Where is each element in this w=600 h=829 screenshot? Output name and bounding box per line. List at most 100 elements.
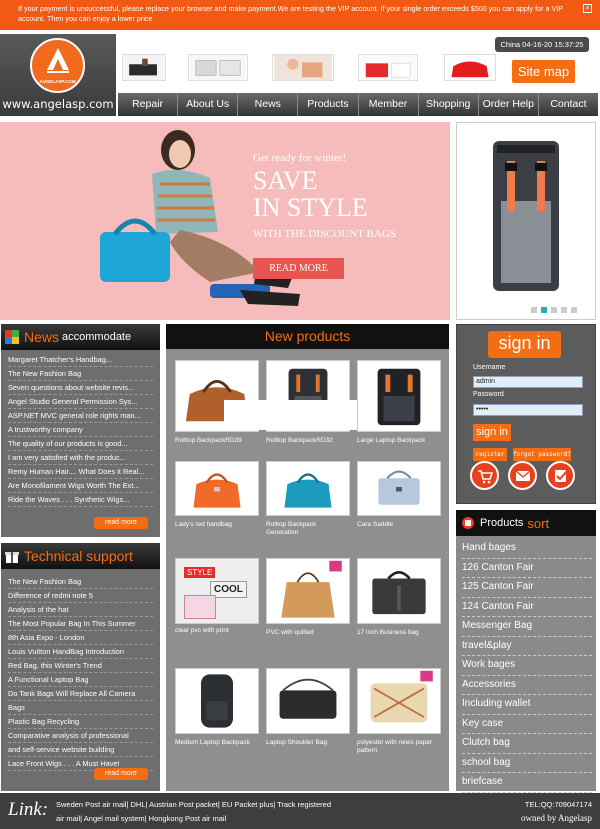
mail-icon[interactable] xyxy=(508,461,537,490)
header-thumb-1[interactable] xyxy=(122,54,166,81)
product-card[interactable]: Large Laptop Backpack xyxy=(357,360,441,445)
hero-banner[interactable]: Get ready for winter! SAVE IN STYLE WITH… xyxy=(0,122,450,320)
support-item[interactable]: Analysis of the hat xyxy=(8,603,153,617)
product-name: Laptop Shoulder Bag xyxy=(266,739,328,746)
nav-contact[interactable]: Contact xyxy=(539,93,598,116)
news-item[interactable]: Seven questions about website revis... xyxy=(8,381,153,395)
news-item[interactable]: The quality of our products is good... xyxy=(8,437,153,451)
header-thumb-5[interactable] xyxy=(444,54,496,81)
support-item[interactable]: The Most Popular Bag In This Summer xyxy=(8,617,153,631)
support-item[interactable]: Difference of redmi note 5 xyxy=(8,589,153,603)
product-name: Lady's red handbag xyxy=(175,521,232,528)
products-sort-subtitle: sort xyxy=(527,515,550,531)
sort-item[interactable]: 125 Canton Fair xyxy=(462,578,592,598)
checklist-icon[interactable] xyxy=(546,461,575,490)
nav-products[interactable]: Products xyxy=(298,93,359,116)
sort-item[interactable]: Clutch bag xyxy=(462,734,592,754)
news-subtitle: accommodate xyxy=(62,331,132,343)
logo[interactable]: ANGELASP.COM www.angelasp.com xyxy=(0,34,116,116)
product-card[interactable]: polyester with news paper pattern xyxy=(357,668,441,755)
product-name: Large Laptop Backpack xyxy=(357,437,426,444)
support-item[interactable]: Comparative analysis of professional xyxy=(8,729,153,743)
support-item[interactable]: Red Bag, this Winter's Trend xyxy=(8,659,153,673)
header-thumb-4[interactable] xyxy=(358,54,418,81)
nav-repair[interactable]: Repair xyxy=(118,93,179,116)
sort-icon xyxy=(462,517,474,529)
register-button[interactable]: register xyxy=(473,448,507,461)
support-item[interactable]: The New Fashion Bag xyxy=(8,575,153,589)
password-field[interactable]: ••••• xyxy=(473,404,583,416)
hero-read-more-button[interactable]: READ MORE xyxy=(253,258,344,279)
news-item[interactable]: Remy Human Hair.... What Does it Real... xyxy=(8,465,153,479)
signin-panel: sign in Username admin Password ••••• si… xyxy=(456,324,596,504)
sort-item[interactable]: Key case xyxy=(462,715,592,734)
sort-item[interactable]: Work bages xyxy=(462,656,592,676)
product-card[interactable]: Medium Laptop Backpack xyxy=(175,668,259,747)
sitemap-button[interactable]: Site map xyxy=(512,60,575,83)
support-item[interactable]: Louis Vuitton HandBag Introduction xyxy=(8,645,153,659)
product-name: clear pvc with print xyxy=(175,627,229,634)
product-name: Rolltop BackpackRD39 xyxy=(175,437,242,444)
carousel-dot-active[interactable] xyxy=(541,307,547,313)
forgot-password-button[interactable]: forgot password? xyxy=(513,448,571,461)
sort-item[interactable]: briefcase xyxy=(462,773,592,793)
sort-item[interactable]: 124 Canton Fair xyxy=(462,598,592,617)
support-item[interactable]: and self-service website building xyxy=(8,743,153,757)
news-item[interactable]: The New Fashion Bag xyxy=(8,367,153,381)
news-item[interactable]: I am very satisfied with the produc... xyxy=(8,451,153,465)
product-card[interactable]: 17 inch Business bag xyxy=(357,558,441,637)
support-item[interactable]: Do Tank Bags Will Replace All Camera xyxy=(8,687,153,701)
nav-news[interactable]: News xyxy=(238,93,299,116)
news-read-more-button[interactable]: read more xyxy=(94,517,148,529)
side-promo-carousel[interactable] xyxy=(456,122,596,320)
sort-item[interactable]: Accessories xyxy=(462,676,592,695)
product-card[interactable]: Laptop Shoulder Bag xyxy=(266,668,350,747)
sort-item[interactable]: school bag xyxy=(462,754,592,773)
support-item[interactable]: A Functional Laptop Bag xyxy=(8,673,153,687)
product-image xyxy=(175,668,259,734)
product-card[interactable]: Lady's red handbag xyxy=(175,461,259,529)
news-item[interactable]: ASP.NET MVC general role rights man... xyxy=(8,409,153,423)
product-card[interactable]: STYLE COOL clear pvc with print xyxy=(175,558,259,635)
news-item[interactable]: Are Monofilament Wigs Worth The Ext... xyxy=(8,479,153,493)
nav-order-help[interactable]: Order Help xyxy=(479,93,539,116)
product-card[interactable]: PVC with quilted xyxy=(266,558,350,637)
news-item[interactable]: Angel Studio General Permission Sys... xyxy=(8,395,153,409)
footer-links-line-1[interactable]: Sweden Post air mail| DHL| Austrian Post… xyxy=(56,800,331,809)
header-thumb-3[interactable] xyxy=(272,54,334,81)
notice-bar: If your payment is unsuccessful, please … xyxy=(0,0,600,30)
product-image xyxy=(357,461,441,516)
footer-links-line-2[interactable]: air mail| Angel mail system| Hongkong Po… xyxy=(56,814,226,823)
support-read-more-button[interactable]: read more xyxy=(94,768,148,780)
news-item[interactable]: Margaret Thatcher's Handbag... xyxy=(8,353,153,367)
signin-header-button[interactable]: sign in xyxy=(488,331,561,358)
product-card[interactable]: Cara Saddle xyxy=(357,461,441,529)
header-thumb-2[interactable] xyxy=(188,54,248,81)
username-field[interactable]: admin xyxy=(473,376,583,388)
news-item[interactable]: Ride the Waves . . . Synthetic Wigs... xyxy=(8,493,153,507)
sort-item[interactable]: Hand bages xyxy=(462,539,592,559)
cart-icon[interactable] xyxy=(470,461,499,490)
datetime-badge: China 04-16-20 15:37:25 xyxy=(495,37,589,52)
news-item[interactable]: A trustworthy company xyxy=(8,423,153,437)
close-icon[interactable]: × xyxy=(583,4,592,13)
sort-item[interactable]: Messenger Bag xyxy=(462,617,592,637)
support-item[interactable]: 8th Asia Expo - London xyxy=(8,631,153,645)
nav-about-us[interactable]: About Us xyxy=(178,93,239,116)
carousel-dots xyxy=(531,307,577,313)
product-card[interactable]: Rolltop Backpack Generation xyxy=(266,461,350,537)
product-name: Rolltop Backpack Generation xyxy=(266,521,317,536)
sort-item[interactable]: 126 Canton Fair xyxy=(462,559,592,578)
support-item[interactable]: Bags xyxy=(8,701,153,715)
sort-item[interactable]: travel&play xyxy=(462,637,592,656)
carousel-dot[interactable] xyxy=(531,307,537,313)
signin-submit-button[interactable]: sign in xyxy=(473,424,511,441)
carousel-dot[interactable] xyxy=(571,307,577,313)
nav-member[interactable]: Member xyxy=(359,93,419,116)
carousel-dot[interactable] xyxy=(561,307,567,313)
nav-shopping[interactable]: Shopping xyxy=(419,93,479,116)
footer-owner: owned by Angelasp xyxy=(521,813,592,823)
carousel-dot[interactable] xyxy=(551,307,557,313)
sort-item[interactable]: Including wallet xyxy=(462,695,592,715)
support-item[interactable]: Plastic Bag Recycling xyxy=(8,715,153,729)
